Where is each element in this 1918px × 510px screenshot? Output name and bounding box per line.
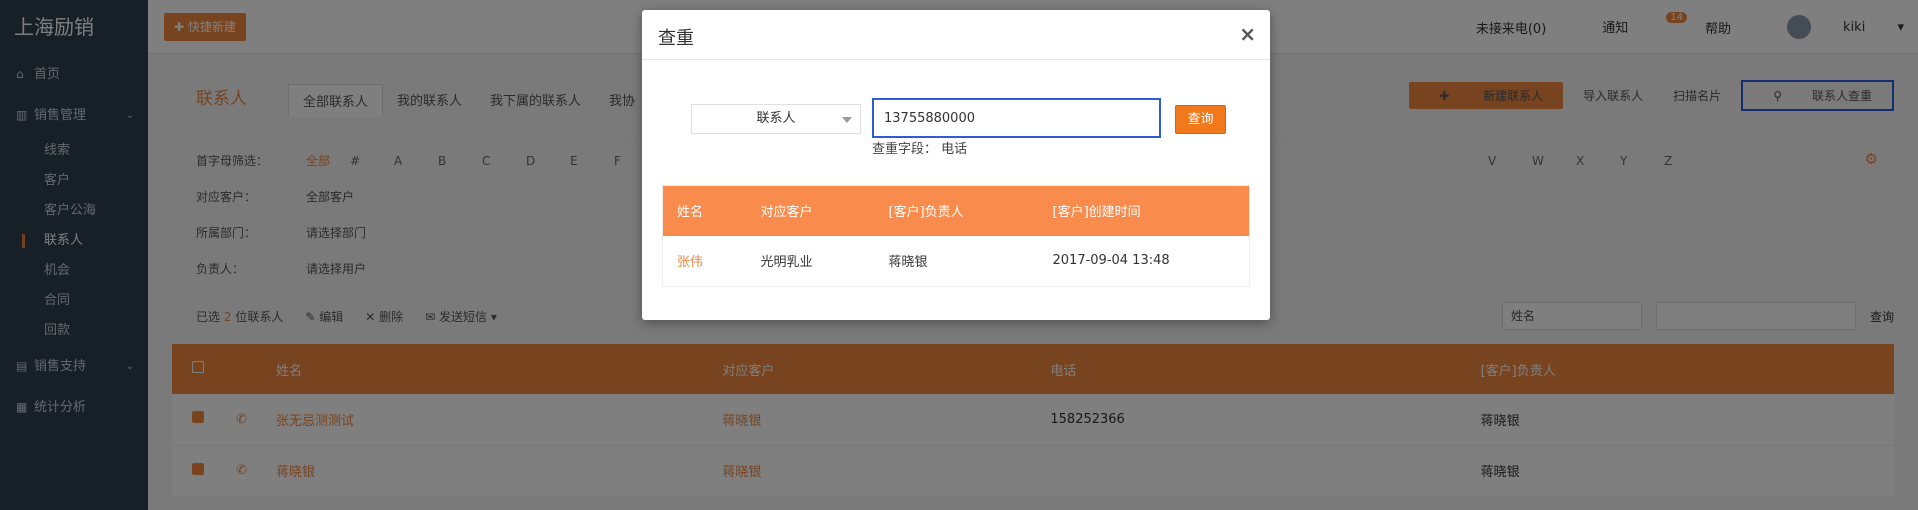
result-name-link[interactable]: 张伟 [663,236,747,287]
result-created-time: 2017-09-04 13:48 [1052,253,1170,269]
dedupe-modal: 查重 × 联系人 查询 查重字段： 电话 姓名 对应客户 [客户]负责人 [客户… [642,10,1270,320]
result-owner: 蒋晓银 [888,255,928,271]
modal-title: 查重 [658,28,694,49]
column-header: [客户]负责人 [874,185,1039,236]
dedupe-input[interactable] [872,98,1161,138]
dedupe-form: 联系人 查询 查重字段： 电话 [691,94,1226,157]
dedupe-results-table: 姓名 对应客户 [客户]负责人 [客户]创建时间 张伟 光明乳业 蒋晓银 201… [662,185,1250,287]
column-header: 对应客户 [746,185,875,236]
result-customer: 光明乳业 [760,255,813,271]
app-root: 上海励销 ⌂首页 ▥销售管理⌄ 线索 客户 客户公海 联系人 机会 合同 回款 … [0,0,1918,510]
table-row: 张伟 光明乳业 蒋晓银 2017-09-04 13:48 [663,236,1250,287]
close-icon[interactable]: × [1239,22,1256,46]
dedupe-field-hint: 查重字段： 电话 [872,142,968,157]
dedupe-search-button[interactable]: 查询 [1175,105,1226,134]
column-header: [客户]创建时间 [1038,185,1250,236]
column-header: 姓名 [662,185,747,236]
modal-header: 查重 × [642,10,1270,60]
caret-down-icon [842,117,852,123]
dedupe-type-select[interactable]: 联系人 [691,104,861,134]
dedupe-type-value: 联系人 [756,111,796,126]
table-header-row: 姓名 对应客户 [客户]负责人 [客户]创建时间 [662,185,1250,236]
